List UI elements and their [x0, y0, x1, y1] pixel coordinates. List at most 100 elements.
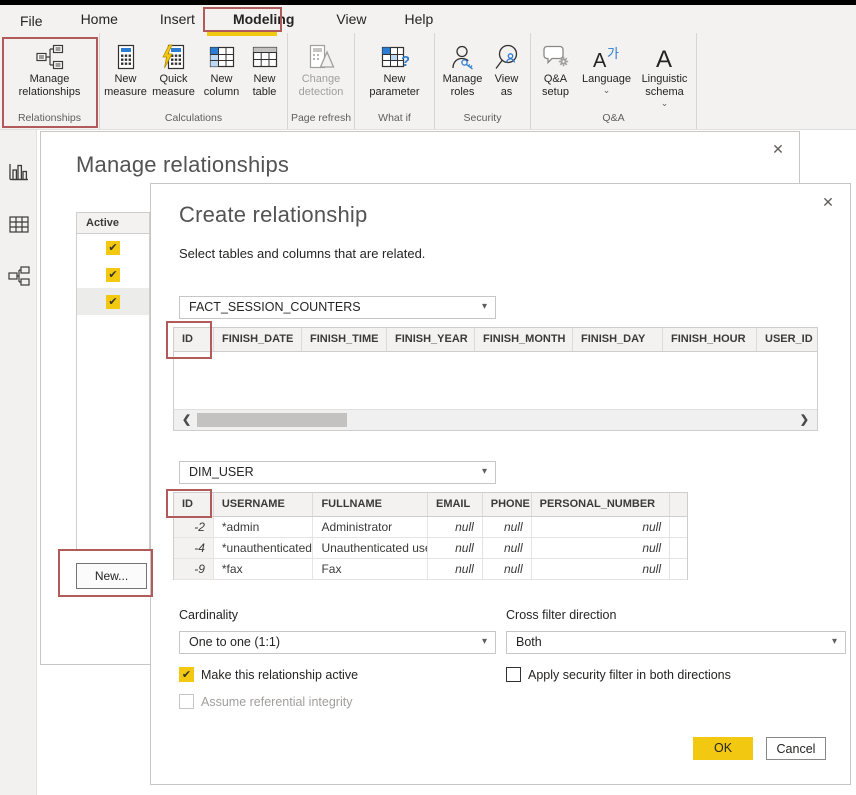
table2-col-phone[interactable]: PHONE — [483, 493, 532, 516]
make-active-checkbox[interactable] — [179, 667, 194, 682]
linguistic-schema-icon: A — [653, 41, 677, 73]
table1-select[interactable]: FACT_SESSION_COUNTERS — [179, 296, 496, 319]
cell-email: null — [428, 538, 483, 558]
tab-modeling[interactable]: Modeling — [223, 8, 304, 30]
tab-insert[interactable]: Insert — [150, 8, 205, 30]
cross-filter-select[interactable]: Both — [506, 631, 846, 654]
model-diagram-icon — [8, 266, 30, 286]
change-detection-button: Change detection — [291, 39, 351, 101]
chevron-down-icon: ⌄ — [661, 99, 669, 107]
bar-chart-icon — [9, 163, 29, 181]
cell-id: -9 — [174, 559, 214, 579]
new-table-icon — [252, 41, 278, 73]
group-label-what-if: What if — [355, 112, 434, 129]
scroll-right-icon[interactable] — [800, 413, 809, 426]
quick-measure-button[interactable]: Quick measure — [149, 39, 199, 101]
language-button[interactable]: A 가 Language ⌄ — [579, 39, 635, 96]
cell-filler — [670, 559, 687, 579]
table2-col-personal-number[interactable]: PERSONAL_NUMBER — [532, 493, 670, 516]
new-parameter-icon: ? — [381, 41, 409, 73]
group-label-qa: Q&A — [531, 112, 696, 129]
table2-col-filler — [670, 493, 687, 516]
new-column-button[interactable]: New column — [199, 39, 245, 101]
table1-col-finish-year[interactable]: FINISH_YEAR — [387, 328, 475, 351]
table2-col-username[interactable]: USERNAME — [214, 493, 314, 516]
relationships-table: Active — [76, 212, 150, 551]
powerbi-window: File Home Insert Modeling View Help — [0, 0, 856, 795]
chevron-down-icon: ⌄ — [603, 86, 611, 94]
table2-select[interactable]: DIM_USER — [179, 461, 496, 484]
referential-integrity-option: Assume referential integrity — [179, 694, 352, 709]
qa-setup-label: Q&A setup — [534, 73, 578, 99]
ribbon-tabbar: File Home Insert Modeling View Help — [0, 5, 856, 33]
scroll-left-icon[interactable] — [182, 413, 191, 426]
report-view-button[interactable] — [0, 152, 37, 192]
ribbon-group-calculations: New measure — [100, 33, 288, 129]
tab-file[interactable]: File — [10, 10, 53, 32]
table1-col-finish-month[interactable]: FINISH_MONTH — [475, 328, 573, 351]
relationship-row[interactable] — [77, 261, 149, 288]
active-column-header: Active — [77, 212, 149, 234]
manage-dialog-title: Manage relationships — [76, 152, 289, 178]
active-checkbox[interactable] — [106, 268, 120, 282]
table1-col-finish-date[interactable]: FINISH_DATE — [214, 328, 302, 351]
table1-col-id[interactable]: ID — [174, 328, 214, 351]
view-sidebar — [0, 130, 37, 795]
view-as-button[interactable]: View as — [487, 39, 527, 101]
table2-col-id[interactable]: ID — [174, 493, 214, 516]
cell-personal-number: null — [532, 517, 670, 537]
referential-integrity-checkbox — [179, 694, 194, 709]
table1-col-finish-day[interactable]: FINISH_DAY — [573, 328, 663, 351]
relationship-row-selected[interactable] — [77, 288, 149, 315]
data-view-button[interactable] — [0, 204, 37, 244]
manage-relationships-button[interactable]: Manage relationships — [9, 39, 91, 101]
close-icon[interactable] — [819, 193, 837, 211]
table1-col-user-id[interactable]: USER_ID — [757, 328, 817, 351]
cell-fullname: Administrator — [313, 517, 428, 537]
active-checkbox[interactable] — [106, 295, 120, 309]
table2-col-fullname[interactable]: FULLNAME — [313, 493, 428, 516]
new-column-icon — [209, 41, 235, 73]
security-filter-option: Apply security filter in both directions — [506, 667, 731, 682]
new-relationship-button[interactable]: New... — [76, 563, 147, 589]
close-icon[interactable] — [769, 140, 787, 158]
active-checkbox[interactable] — [106, 241, 120, 255]
security-filter-checkbox[interactable] — [506, 667, 521, 682]
scrollbar-thumb[interactable] — [197, 413, 347, 427]
cardinality-select[interactable]: One to one (1:1) — [179, 631, 496, 654]
tab-help[interactable]: Help — [394, 8, 443, 30]
relationship-row[interactable] — [77, 234, 149, 261]
cardinality-value: One to one (1:1) — [189, 635, 280, 649]
cell-id: -2 — [174, 517, 214, 537]
table1-col-finish-hour[interactable]: FINISH_HOUR — [663, 328, 757, 351]
cell-phone: null — [483, 538, 532, 558]
manage-roles-icon — [450, 41, 476, 73]
cell-username: *fax — [214, 559, 314, 579]
table1-horizontal-scrollbar — [174, 409, 817, 430]
new-measure-label: New measure — [104, 73, 148, 99]
cell-personal-number: null — [532, 559, 670, 579]
table1-grid: ID FINISH_DATE FINISH_TIME FINISH_YEAR F… — [173, 327, 818, 431]
cross-filter-value: Both — [516, 635, 542, 649]
table-row: -4 *unauthenticated Unauthenticated user… — [174, 538, 687, 559]
make-active-option: Make this relationship active — [179, 667, 358, 682]
qa-setup-button[interactable]: Q&A setup — [533, 39, 579, 101]
tab-home[interactable]: Home — [71, 8, 128, 30]
change-detection-label: Change detection — [292, 73, 350, 99]
table2-col-email[interactable]: EMAIL — [428, 493, 483, 516]
table1-selected-value: FACT_SESSION_COUNTERS — [189, 300, 361, 314]
new-measure-button[interactable]: New measure — [103, 39, 149, 101]
table2-grid: ID USERNAME FULLNAME EMAIL PHONE PERSONA… — [173, 492, 688, 580]
new-table-button[interactable]: New table — [245, 39, 285, 101]
manage-roles-button[interactable]: Manage roles — [439, 39, 487, 101]
ok-button[interactable]: OK — [693, 737, 753, 760]
cancel-button[interactable]: Cancel — [766, 737, 826, 760]
tab-view[interactable]: View — [326, 8, 376, 30]
table1-col-finish-time[interactable]: FINISH_TIME — [302, 328, 387, 351]
cross-filter-label: Cross filter direction — [506, 608, 616, 622]
linguistic-schema-button[interactable]: A Linguistic schema ⌄ — [635, 39, 695, 109]
new-parameter-button[interactable]: ? New parameter — [364, 39, 426, 101]
group-label-page-refresh: Page refresh — [288, 112, 354, 129]
ribbon-group-qa: Q&A setup A 가 Language ⌄ A — [531, 33, 697, 129]
model-view-button[interactable] — [0, 256, 37, 296]
